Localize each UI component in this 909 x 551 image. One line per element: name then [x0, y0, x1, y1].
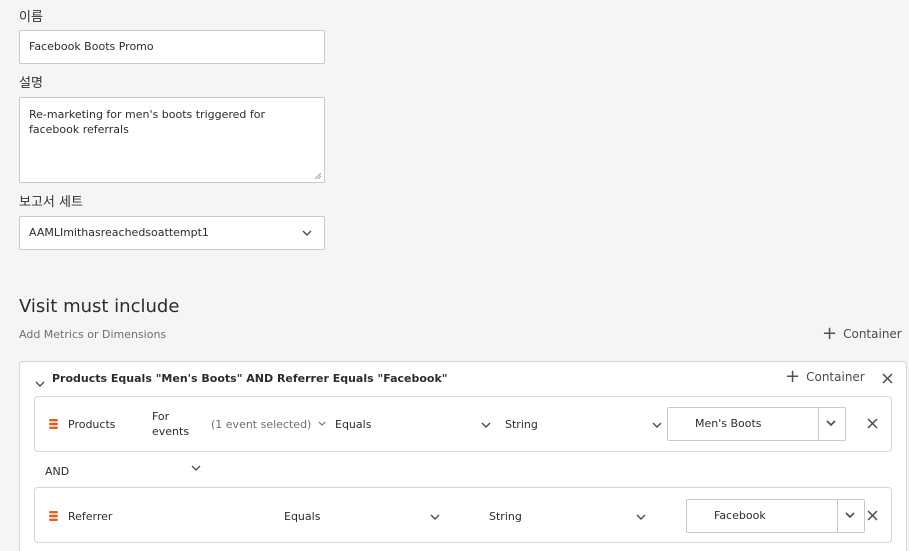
name-input-value: Facebook Boots Promo [29, 40, 154, 53]
container-add-container-button[interactable]: + Container [785, 366, 865, 387]
description-textarea-value: Re-marketing for men's boots triggered f… [29, 108, 266, 136]
chevron-down-icon [430, 514, 440, 520]
rule-dimension: Products [68, 418, 116, 431]
events-selector[interactable]: (1 event selected) [211, 418, 326, 431]
type-select[interactable]: String [505, 418, 665, 434]
close-icon[interactable] [867, 510, 878, 521]
rule-row-products: Products For events (1 event selected) E… [34, 396, 892, 452]
type-select[interactable]: String [489, 510, 649, 526]
value-combobox-toggle[interactable] [818, 408, 845, 440]
value-combobox-toggle[interactable] [837, 500, 864, 532]
logic-operator-select[interactable]: AND [45, 465, 201, 478]
logic-operator-value: AND [45, 465, 70, 478]
plus-icon: + [822, 323, 838, 344]
collapse-chevron-icon[interactable] [35, 381, 45, 387]
report-suite-value: AAMLImithasreachedsoattempt1 [29, 226, 209, 239]
segment-container: Products Equals "Men's Boots" AND Referr… [19, 361, 907, 551]
report-suite-label: 보고서 세트 [19, 195, 83, 210]
type-value: String [489, 510, 522, 523]
chevron-down-icon [826, 420, 836, 426]
chevron-down-icon [481, 422, 491, 428]
container-add-container-label: Container [806, 370, 865, 384]
operator-value: Equals [335, 418, 372, 431]
name-input[interactable]: Facebook Boots Promo [19, 30, 325, 64]
definition-hint: Add Metrics or Dimensions [19, 328, 167, 341]
chevron-down-icon [191, 465, 201, 471]
segment-builder: 이름 Facebook Boots Promo 설명 Re-marketing … [0, 0, 909, 551]
for-events-label: For events [152, 410, 190, 438]
chevron-down-icon [636, 514, 646, 520]
chevron-down-icon [318, 421, 326, 426]
dimension-icon [49, 419, 58, 429]
type-value: String [505, 418, 538, 431]
container-title: Products Equals "Men's Boots" AND Referr… [52, 372, 448, 385]
events-selector-value: (1 event selected) [211, 418, 312, 431]
operator-select[interactable]: Equals [335, 418, 495, 434]
plus-icon: + [785, 366, 801, 387]
operator-select[interactable]: Equals [284, 510, 444, 526]
value-combobox[interactable]: Facebook [686, 499, 865, 533]
value-combobox-value: Facebook [714, 509, 766, 522]
close-icon[interactable] [882, 373, 893, 384]
add-container-button[interactable]: + Container [822, 323, 902, 344]
definition-title: Visit must include [19, 296, 180, 317]
close-icon[interactable] [867, 418, 878, 429]
description-label: 설명 [19, 76, 43, 91]
chevron-down-icon [652, 422, 662, 428]
resize-grip-icon[interactable] [314, 172, 321, 179]
dimension-icon [49, 511, 58, 521]
chevron-down-icon [845, 512, 855, 518]
operator-value: Equals [284, 510, 321, 523]
report-suite-select[interactable]: AAMLImithasreachedsoattempt1 [19, 216, 325, 250]
chevron-down-icon [302, 230, 312, 236]
value-combobox-value: Men's Boots [695, 417, 762, 430]
rule-dimension: Referrer [68, 510, 113, 523]
description-textarea[interactable]: Re-marketing for men's boots triggered f… [19, 97, 325, 183]
rule-row-referrer: Referrer Equals String Facebook [34, 487, 892, 543]
add-container-label: Container [843, 327, 902, 341]
name-label: 이름 [19, 10, 43, 25]
value-combobox[interactable]: Men's Boots [667, 407, 846, 441]
